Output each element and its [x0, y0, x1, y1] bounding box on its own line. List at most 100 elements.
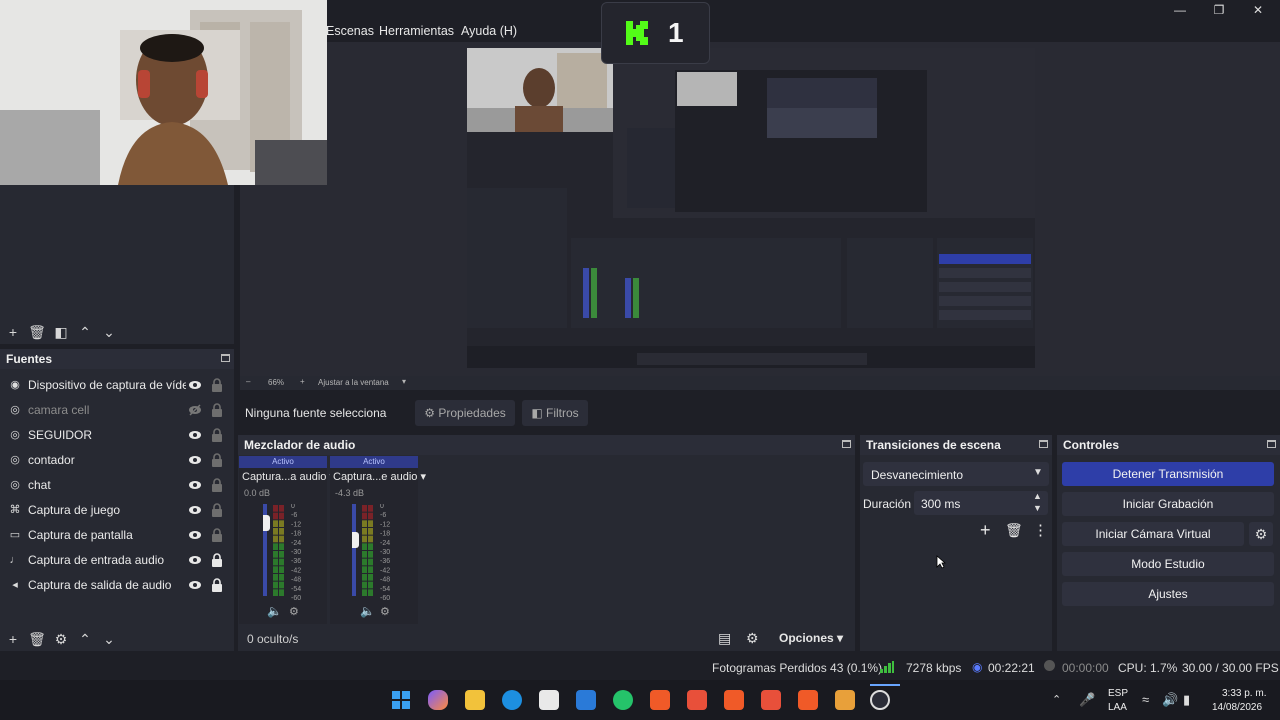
menu-ayuda[interactable]: Ayuda (H): [461, 24, 517, 38]
eye-off-icon[interactable]: [188, 403, 202, 417]
speaker-icon[interactable]: 🔈: [267, 604, 282, 618]
unlock-icon[interactable]: [211, 502, 223, 517]
start-recording-button[interactable]: Iniciar Grabación: [1062, 492, 1274, 516]
scene-filters-icon[interactable]: ◧: [49, 322, 73, 342]
channel-name[interactable]: Captura...e audio ▾: [330, 470, 426, 486]
unlock-icon[interactable]: [211, 477, 223, 492]
slider-track[interactable]: [352, 504, 356, 596]
battery-icon[interactable]: ▮: [1183, 692, 1190, 708]
source-item[interactable]: ⌘ Captura de juego: [0, 497, 234, 522]
dock-icon[interactable]: [842, 440, 851, 448]
brave-icon[interactable]: [687, 690, 707, 710]
brave-icon[interactable]: [798, 690, 818, 710]
volume-slider[interactable]: 0 -6 -12 -18 -24 -30 -36 -42 -48 -54 -60: [260, 503, 313, 607]
unlock-icon[interactable]: [211, 377, 223, 392]
zoom-in-icon[interactable]: +: [300, 377, 305, 386]
source-item[interactable]: ◎ SEGUIDOR: [0, 422, 234, 447]
maximize-button[interactable]: ❐: [1207, 2, 1231, 18]
eye-icon[interactable]: [188, 503, 202, 517]
eye-icon[interactable]: [188, 378, 202, 392]
transition-menu-icon[interactable]: ⋮: [1033, 521, 1048, 539]
eye-icon[interactable]: [188, 553, 202, 567]
tray-chevron-up-icon[interactable]: ⌃: [1052, 693, 1061, 706]
source-settings-gear-icon[interactable]: ⚙: [49, 629, 73, 649]
dock-icon[interactable]: [221, 354, 230, 362]
brave-icon[interactable]: [835, 690, 855, 710]
properties-button[interactable]: ⚙ Propiedades: [415, 400, 515, 426]
settings-button[interactable]: Ajustes: [1062, 582, 1274, 606]
unlock-icon[interactable]: [211, 527, 223, 542]
whatsapp-icon[interactable]: [613, 690, 633, 710]
add-source-button[interactable]: +: [1, 629, 25, 649]
eye-icon[interactable]: [188, 528, 202, 542]
options-button[interactable]: Opciones ▾: [779, 631, 843, 645]
windows-start-icon[interactable]: [391, 690, 411, 710]
source-down-chevron-icon[interactable]: ⌄: [97, 629, 121, 649]
channel-settings-icon[interactable]: ⚙: [380, 605, 390, 618]
add-scene-button[interactable]: +: [1, 322, 25, 342]
unlock-icon[interactable]: [211, 427, 223, 442]
wifi-icon[interactable]: ≈: [1142, 692, 1149, 707]
unlock-icon[interactable]: [211, 402, 223, 417]
source-item[interactable]: ◎ contador: [0, 447, 234, 472]
minimize-button[interactable]: —: [1168, 2, 1192, 18]
clock-date[interactable]: 14/08/2026: [1212, 702, 1262, 713]
remove-scene-trash-icon[interactable]: 🗑: [25, 322, 49, 342]
mixer-settings-gear-icon[interactable]: ⚙: [746, 630, 759, 647]
eye-icon[interactable]: [188, 478, 202, 492]
file-explorer-icon[interactable]: [465, 690, 485, 710]
spin-down-icon[interactable]: ▼: [1033, 503, 1042, 513]
duration-spinbox[interactable]: 300 ms ▲ ▼: [914, 491, 1048, 515]
spin-up-icon[interactable]: ▲: [1033, 491, 1042, 501]
filters-button[interactable]: ◧ Filtros: [522, 400, 588, 426]
store-icon[interactable]: [539, 690, 559, 710]
channel-name[interactable]: Captura...a audio ▾: [239, 470, 335, 486]
microphone-icon[interactable]: 🎤: [1079, 692, 1095, 708]
remove-transition-trash-icon[interactable]: 🗑: [1005, 522, 1023, 539]
brave-icon[interactable]: [650, 690, 670, 710]
dock-icon[interactable]: [1267, 440, 1276, 448]
stop-stream-button[interactable]: Detener Transmisión: [1062, 462, 1274, 486]
source-item[interactable]: ◎ chat: [0, 472, 234, 497]
fit-window-label[interactable]: Ajustar a la ventana: [318, 378, 389, 387]
obs-icon[interactable]: [870, 690, 890, 710]
lang-primary[interactable]: ESP: [1108, 688, 1128, 699]
dock-icon[interactable]: [1039, 440, 1048, 448]
copilot-icon[interactable]: [428, 690, 448, 710]
clock-time[interactable]: 3:33 p. m.: [1222, 688, 1266, 699]
close-button[interactable]: ✕: [1246, 2, 1270, 18]
unlock-icon[interactable]: [211, 452, 223, 467]
source-item[interactable]: ◂ Captura de salida de audio: [0, 572, 234, 597]
zoom-out-icon[interactable]: –: [246, 377, 250, 386]
volume-slider[interactable]: 0 -6 -12 -18 -24 -30 -36 -42 -48 -54 -60: [349, 503, 402, 607]
outlook-icon[interactable]: [576, 690, 596, 710]
studio-mode-button[interactable]: Modo Estudio: [1062, 552, 1274, 576]
lock-icon[interactable]: [211, 552, 223, 567]
virtual-camera-gear-icon[interactable]: ⚙: [1249, 522, 1273, 546]
brave-icon[interactable]: [761, 690, 781, 710]
channel-settings-icon[interactable]: ⚙: [289, 605, 299, 618]
menu-herramientas[interactable]: Herramientas: [379, 24, 454, 38]
speaker-icon[interactable]: 🔈: [360, 604, 375, 618]
eye-icon[interactable]: [188, 428, 202, 442]
source-item[interactable]: ◎ camara cell: [0, 397, 234, 422]
remove-source-trash-icon[interactable]: 🗑: [25, 629, 49, 649]
edge-browser-icon[interactable]: [502, 690, 522, 710]
fit-dropdown-icon[interactable]: ▾: [402, 377, 406, 386]
source-up-chevron-icon[interactable]: ⌃: [73, 629, 97, 649]
lock-icon[interactable]: [211, 577, 223, 592]
source-item[interactable]: ♩ Captura de entrada audio: [0, 547, 234, 572]
slider-knob[interactable]: [260, 515, 270, 531]
eye-icon[interactable]: [188, 453, 202, 467]
layout-icon[interactable]: ▤: [718, 630, 731, 647]
source-item[interactable]: ◉ Dispositivo de captura de vídeo: [0, 372, 234, 397]
volume-icon[interactable]: 🔊: [1162, 692, 1178, 708]
lang-secondary[interactable]: LAA: [1108, 702, 1127, 713]
eye-icon[interactable]: [188, 578, 202, 592]
source-item[interactable]: ▭ Captura de pantalla: [0, 522, 234, 547]
move-down-chevron-icon[interactable]: ⌄: [97, 322, 121, 342]
transition-select[interactable]: Desvanecimiento ▼: [863, 462, 1049, 486]
menu-escenas[interactable]: Escenas: [326, 24, 374, 38]
add-transition-button[interactable]: +: [980, 520, 991, 541]
virtual-camera-button[interactable]: Iniciar Cámara Virtual: [1062, 522, 1244, 546]
